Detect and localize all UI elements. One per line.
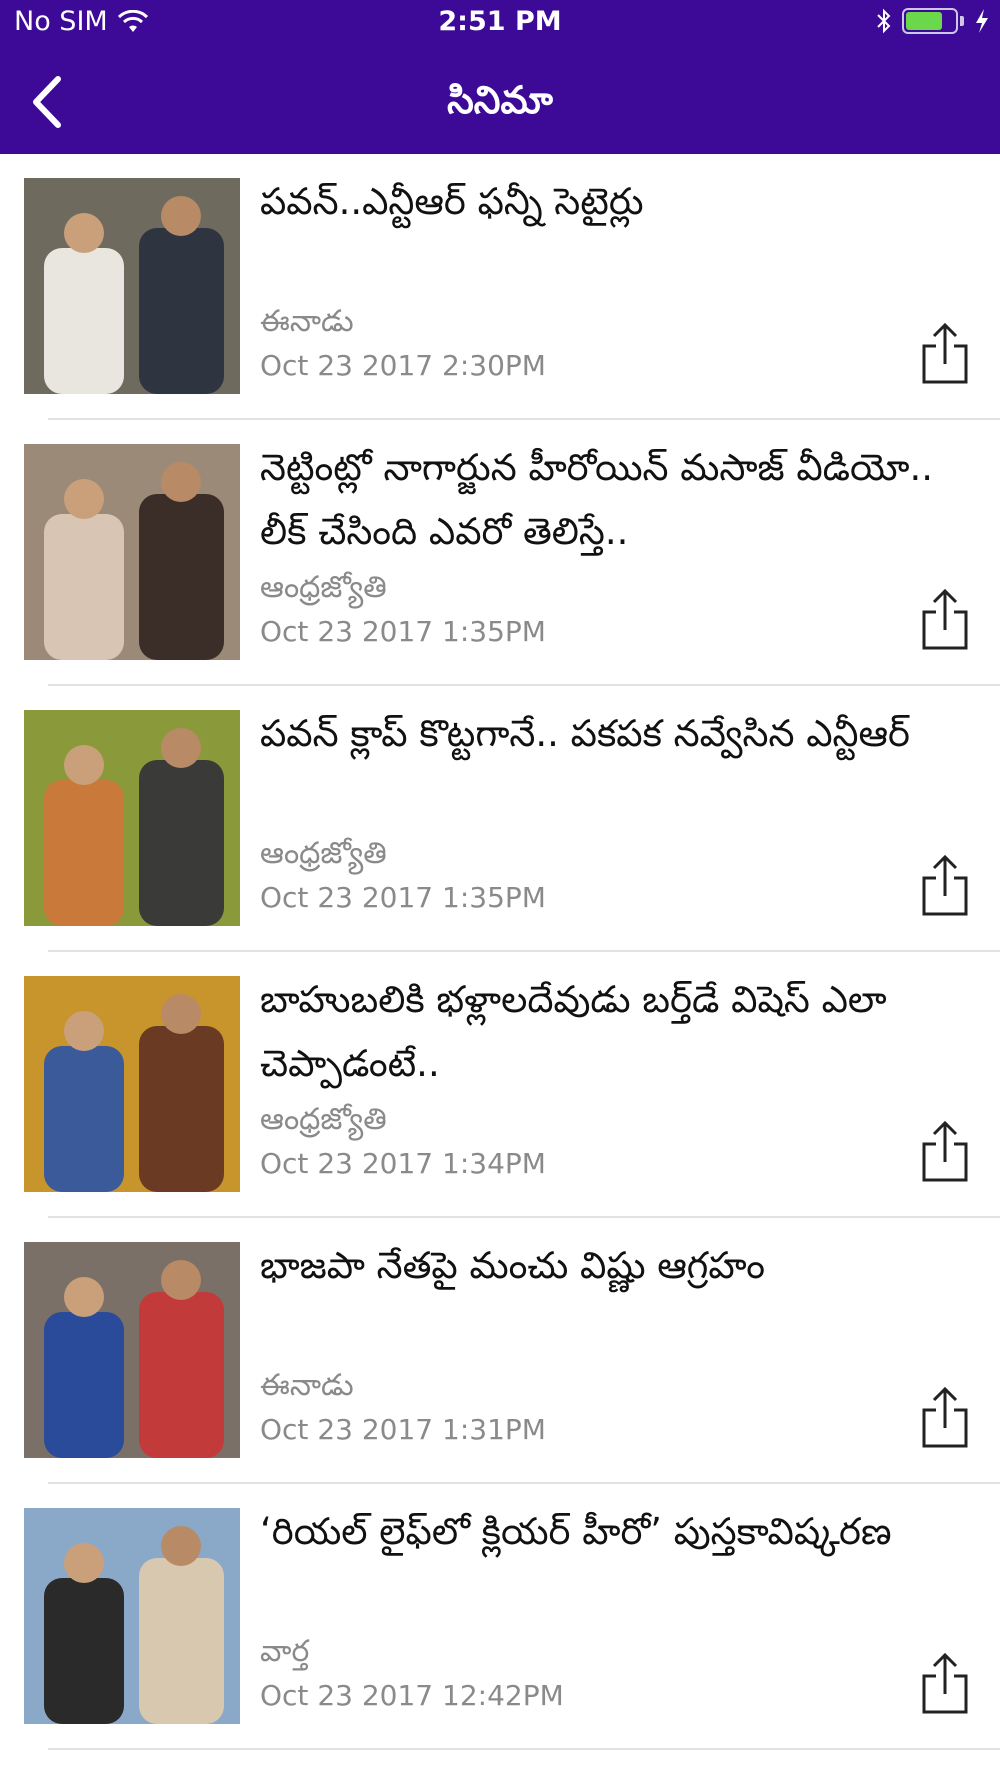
list-item[interactable]: పవన్ క్లాప్ కొట్టగానే.. పకపక నవ్వేసిన ఎన… <box>0 686 1000 952</box>
share-icon <box>922 1386 968 1448</box>
article-date: Oct 23 2017 1:34PM <box>260 1147 546 1180</box>
article-date: Oct 23 2017 1:31PM <box>260 1413 546 1446</box>
list-item[interactable]: భాజపా నేతపై మంచు విష్ణు ఆగ్రహం ఈనాడు Oct 2… <box>0 1218 1000 1484</box>
share-button[interactable] <box>918 1120 972 1184</box>
article-source: ఆంధ్రజ్యోతి <box>260 570 387 605</box>
bluetooth-icon <box>877 8 891 34</box>
article-thumbnail <box>24 710 240 926</box>
list-item[interactable]: నెట్టింట్లో నాగార్జున హీరోయిన్ మసాజ్ వీడ… <box>0 420 1000 686</box>
article-date: Oct 23 2017 1:35PM <box>260 615 546 648</box>
article-title[interactable]: భాజపా నేతపై మంచు విష్ణు ఆగ్రహం <box>260 1234 940 1298</box>
list-item[interactable]: ‘రియల్ లైఫ్‌లో క్లియర్ హీరో’ పుస్తకావిష్… <box>0 1484 1000 1750</box>
article-source: ఈనాడు <box>260 304 354 339</box>
status-right <box>876 8 990 34</box>
article-title[interactable]: పవన్..ఎన్టీఆర్ ఫన్నీ సెటైర్లు <box>260 170 940 234</box>
battery-icon <box>902 8 958 34</box>
article-thumbnail <box>24 1508 240 1724</box>
status-time: 2:51 PM <box>438 6 562 37</box>
share-icon <box>922 854 968 916</box>
share-button[interactable] <box>918 588 972 652</box>
share-button[interactable] <box>918 322 972 386</box>
article-title[interactable]: బాహుబలికి భళ్లాలదేవుడు బర్త్‌డే విషెస్ ఎ… <box>260 968 940 1096</box>
page-title: సినిమా <box>447 78 553 122</box>
article-source: వార్త <box>260 1634 310 1669</box>
list-divider <box>48 1748 1000 1750</box>
share-icon <box>922 1652 968 1714</box>
article-source: ఆంధ్రజ్యోతి <box>260 836 387 871</box>
article-list: పవన్..ఎన్టీఆర్ ఫన్నీ సెటైర్లు ఈనాడు Oct 23… <box>0 154 1000 1750</box>
article-date: Oct 23 2017 1:35PM <box>260 881 546 914</box>
list-item[interactable]: పవన్..ఎన్టీఆర్ ఫన్నీ సెటైర్లు ఈనాడు Oct 23… <box>0 154 1000 420</box>
share-icon <box>922 588 968 650</box>
navigation-bar: No SIM 2:51 PM సినిమా <box>0 0 1000 154</box>
share-icon <box>922 322 968 384</box>
article-title[interactable]: పవన్ క్లాప్ కొట్టగానే.. పకపక నవ్వేసిన ఎన… <box>260 702 940 766</box>
article-title[interactable]: ‘రియల్ లైఫ్‌లో క్లియర్ హీరో’ పుస్తకావిష్… <box>260 1500 940 1564</box>
share-button[interactable] <box>918 854 972 918</box>
article-title[interactable]: నెట్టింట్లో నాగార్జున హీరోయిన్ మసాజ్ వీడ… <box>260 436 940 564</box>
article-date: Oct 23 2017 12:42PM <box>260 1679 564 1712</box>
share-button[interactable] <box>918 1386 972 1450</box>
article-thumbnail <box>24 976 240 1192</box>
share-button[interactable] <box>918 1652 972 1716</box>
article-thumbnail <box>24 1242 240 1458</box>
article-source: ఆంధ్రజ్యోతి <box>260 1102 387 1137</box>
article-thumbnail <box>24 178 240 394</box>
share-icon <box>922 1120 968 1182</box>
battery-tip <box>960 16 964 26</box>
article-thumbnail <box>24 444 240 660</box>
article-source: ఈనాడు <box>260 1368 354 1403</box>
charging-bolt-icon <box>976 9 988 33</box>
article-date: Oct 23 2017 2:30PM <box>260 349 546 382</box>
list-item[interactable]: బాహుబలికి భళ్లాలదేవుడు బర్త్‌డే విషెస్ ఎ… <box>0 952 1000 1218</box>
